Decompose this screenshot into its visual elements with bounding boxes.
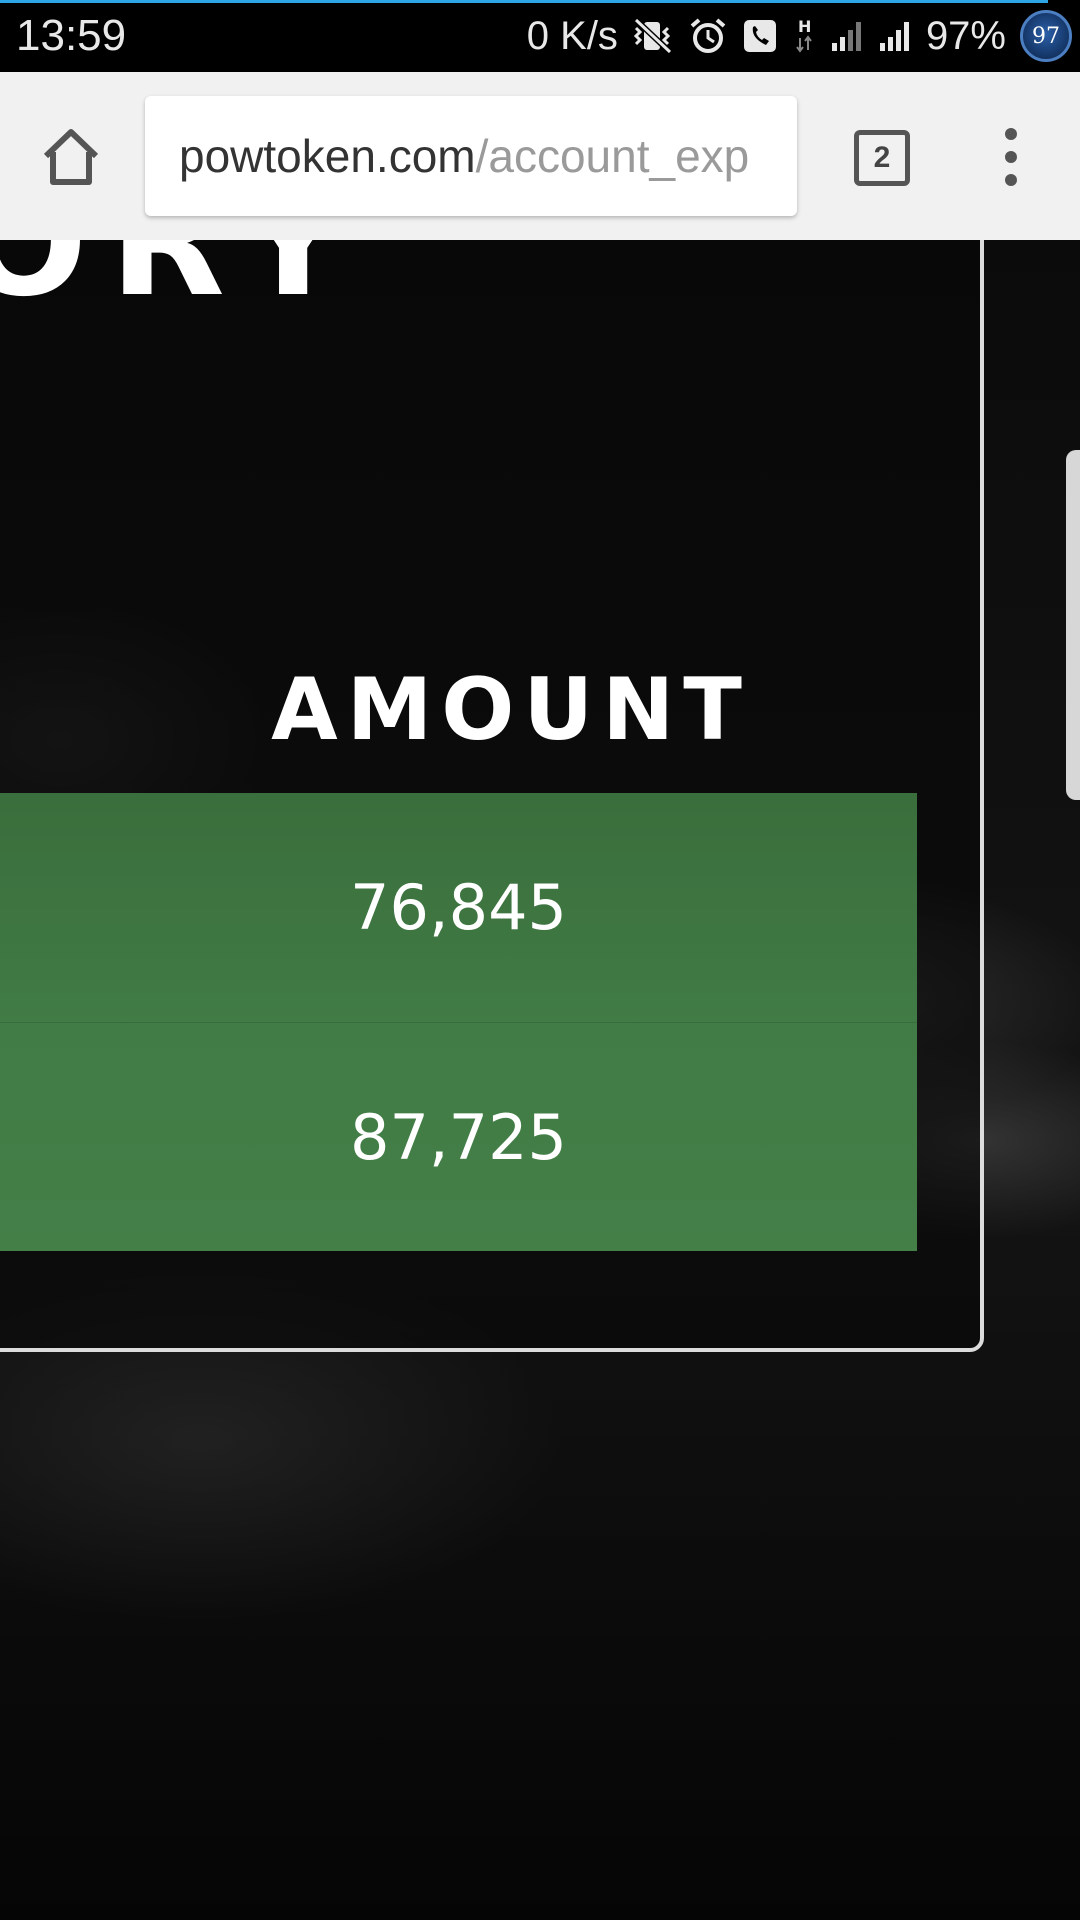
- amount-column-header: AMOUNT: [271, 660, 751, 760]
- alarm-icon: [688, 16, 728, 56]
- page-heading: ORY: [0, 240, 370, 330]
- page-load-progress: [0, 0, 1048, 3]
- url-path: /account_exp: [475, 130, 750, 182]
- tab-switcher-button[interactable]: 2: [854, 130, 910, 186]
- battery-percent: 97%: [925, 13, 1006, 58]
- status-time: 13:59: [16, 11, 127, 60]
- status-bar: 13:59 0 K/s H 97% 97: [0, 0, 1080, 72]
- url-bar[interactable]: powtoken.com/account_exp: [145, 96, 797, 216]
- amount-cell: 87,725: [350, 1100, 567, 1174]
- signal-icon-2: [878, 19, 912, 53]
- signal-icon: [830, 19, 864, 53]
- status-icons: 0 K/s H 97% 97: [527, 10, 1072, 62]
- browser-toolbar: powtoken.com/account_exp 2: [0, 72, 1080, 240]
- svg-text:H: H: [798, 17, 811, 36]
- more-vert-icon[interactable]: [994, 124, 1028, 190]
- hplus-data-icon: H: [792, 16, 816, 56]
- network-speed: 0 K/s: [526, 13, 618, 58]
- badge-icon: 97: [1020, 10, 1072, 62]
- home-icon[interactable]: [38, 124, 104, 190]
- url-host: powtoken.com: [179, 130, 476, 182]
- call-icon: [742, 18, 778, 54]
- table-row: 76,845: [0, 793, 917, 1022]
- scroll-handle[interactable]: [1066, 450, 1080, 800]
- page-content: ORY AMOUNT 76,845 87,725: [0, 240, 1080, 1920]
- amount-table: 76,845 87,725: [0, 793, 917, 1251]
- vibrate-off-icon: [632, 16, 674, 56]
- table-row: 87,725: [0, 1022, 917, 1251]
- amount-cell: 76,845: [350, 871, 567, 944]
